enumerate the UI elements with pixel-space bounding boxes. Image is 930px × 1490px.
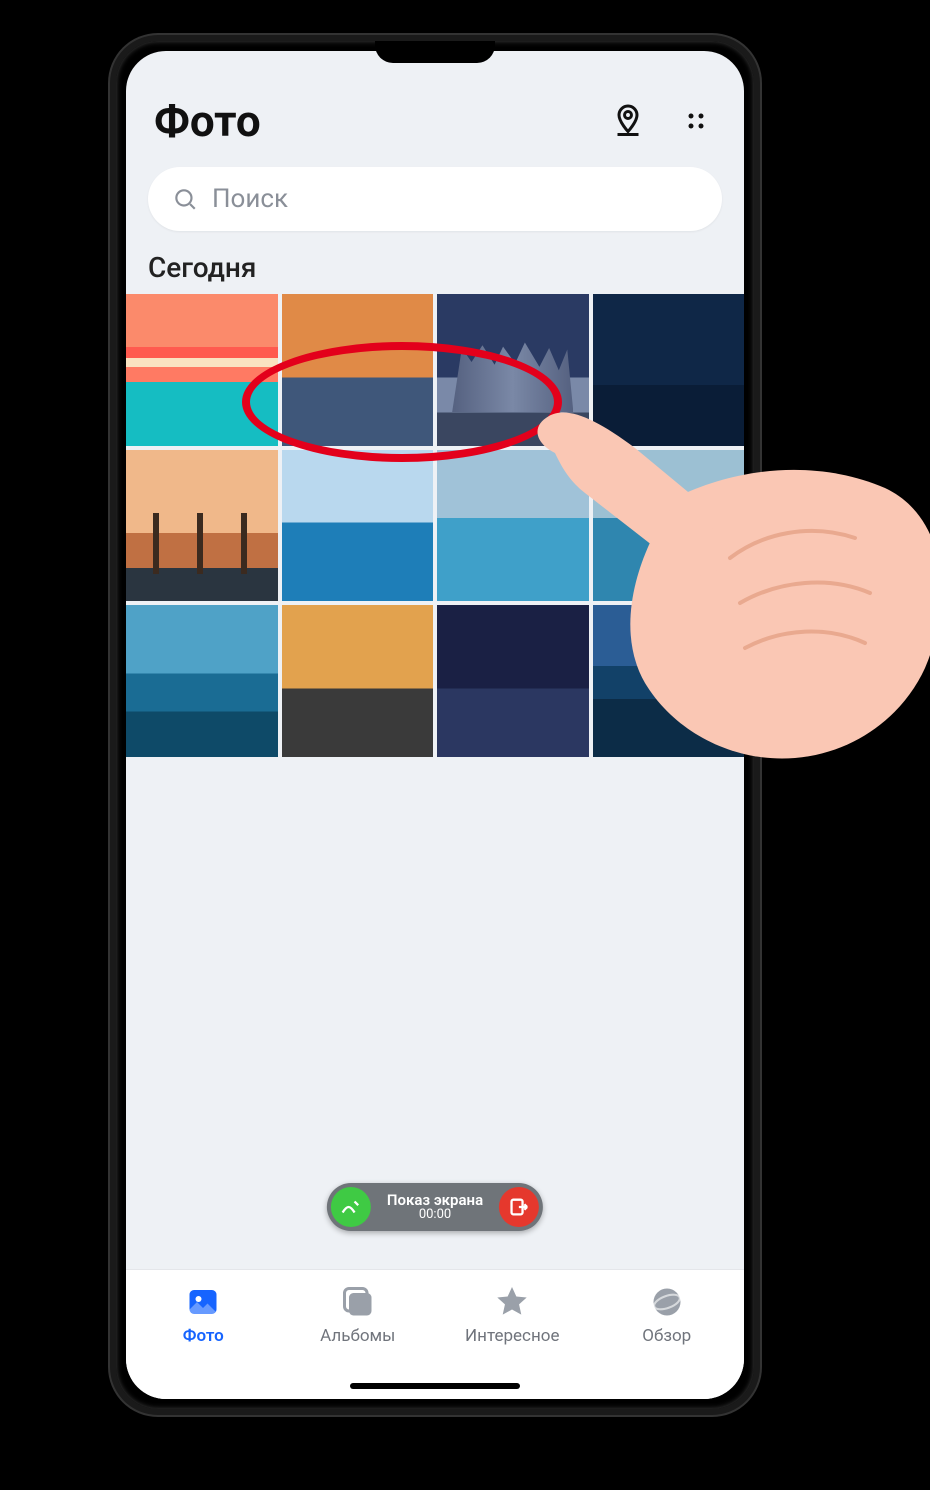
albums-icon	[340, 1284, 376, 1320]
nav-photos[interactable]: Фото	[126, 1284, 281, 1346]
photo-thumbnail[interactable]	[282, 450, 434, 602]
photo-grid	[126, 294, 744, 757]
photo-thumbnail[interactable]	[437, 605, 589, 757]
search-input[interactable]: Поиск	[148, 167, 722, 231]
phone-frame: Фото Поиск Сегодня	[110, 35, 760, 1415]
photo-thumbnail[interactable]	[593, 294, 745, 446]
nav-albums[interactable]: Альбомы	[281, 1284, 436, 1346]
page-title: Фото	[154, 95, 261, 147]
screen: Фото Поиск Сегодня	[126, 51, 744, 1399]
photo-thumbnail[interactable]	[126, 450, 278, 602]
location-icon[interactable]	[608, 101, 648, 141]
home-indicator	[350, 1383, 520, 1389]
screencast-label: Показ экрана 00:00	[381, 1192, 489, 1223]
header: Фото	[126, 51, 744, 159]
header-actions	[608, 101, 716, 141]
photos-icon	[185, 1284, 221, 1320]
search-placeholder: Поиск	[212, 184, 288, 214]
star-icon	[494, 1284, 530, 1320]
screencast-pill[interactable]: Показ экрана 00:00	[327, 1183, 543, 1231]
globe-icon	[649, 1284, 685, 1320]
photo-thumbnail[interactable]	[126, 605, 278, 757]
photo-thumbnail[interactable]	[282, 294, 434, 446]
photo-thumbnail[interactable]	[593, 605, 745, 757]
annotate-icon[interactable]	[331, 1187, 371, 1227]
photo-thumbnail[interactable]	[437, 294, 589, 446]
section-header-today: Сегодня	[126, 249, 744, 294]
photo-thumbnail[interactable]	[593, 450, 745, 602]
nav-browse[interactable]: Обзор	[590, 1284, 745, 1346]
more-menu-icon[interactable]	[676, 101, 716, 141]
photo-thumbnail[interactable]	[282, 605, 434, 757]
exit-screencast-icon[interactable]	[499, 1187, 539, 1227]
bottom-nav: Фото Альбомы Интересное Обзор	[126, 1269, 744, 1399]
photo-thumbnail[interactable]	[437, 450, 589, 602]
nav-featured[interactable]: Интересное	[435, 1284, 590, 1346]
photo-thumbnail[interactable]	[126, 294, 278, 446]
search-icon	[172, 186, 198, 212]
